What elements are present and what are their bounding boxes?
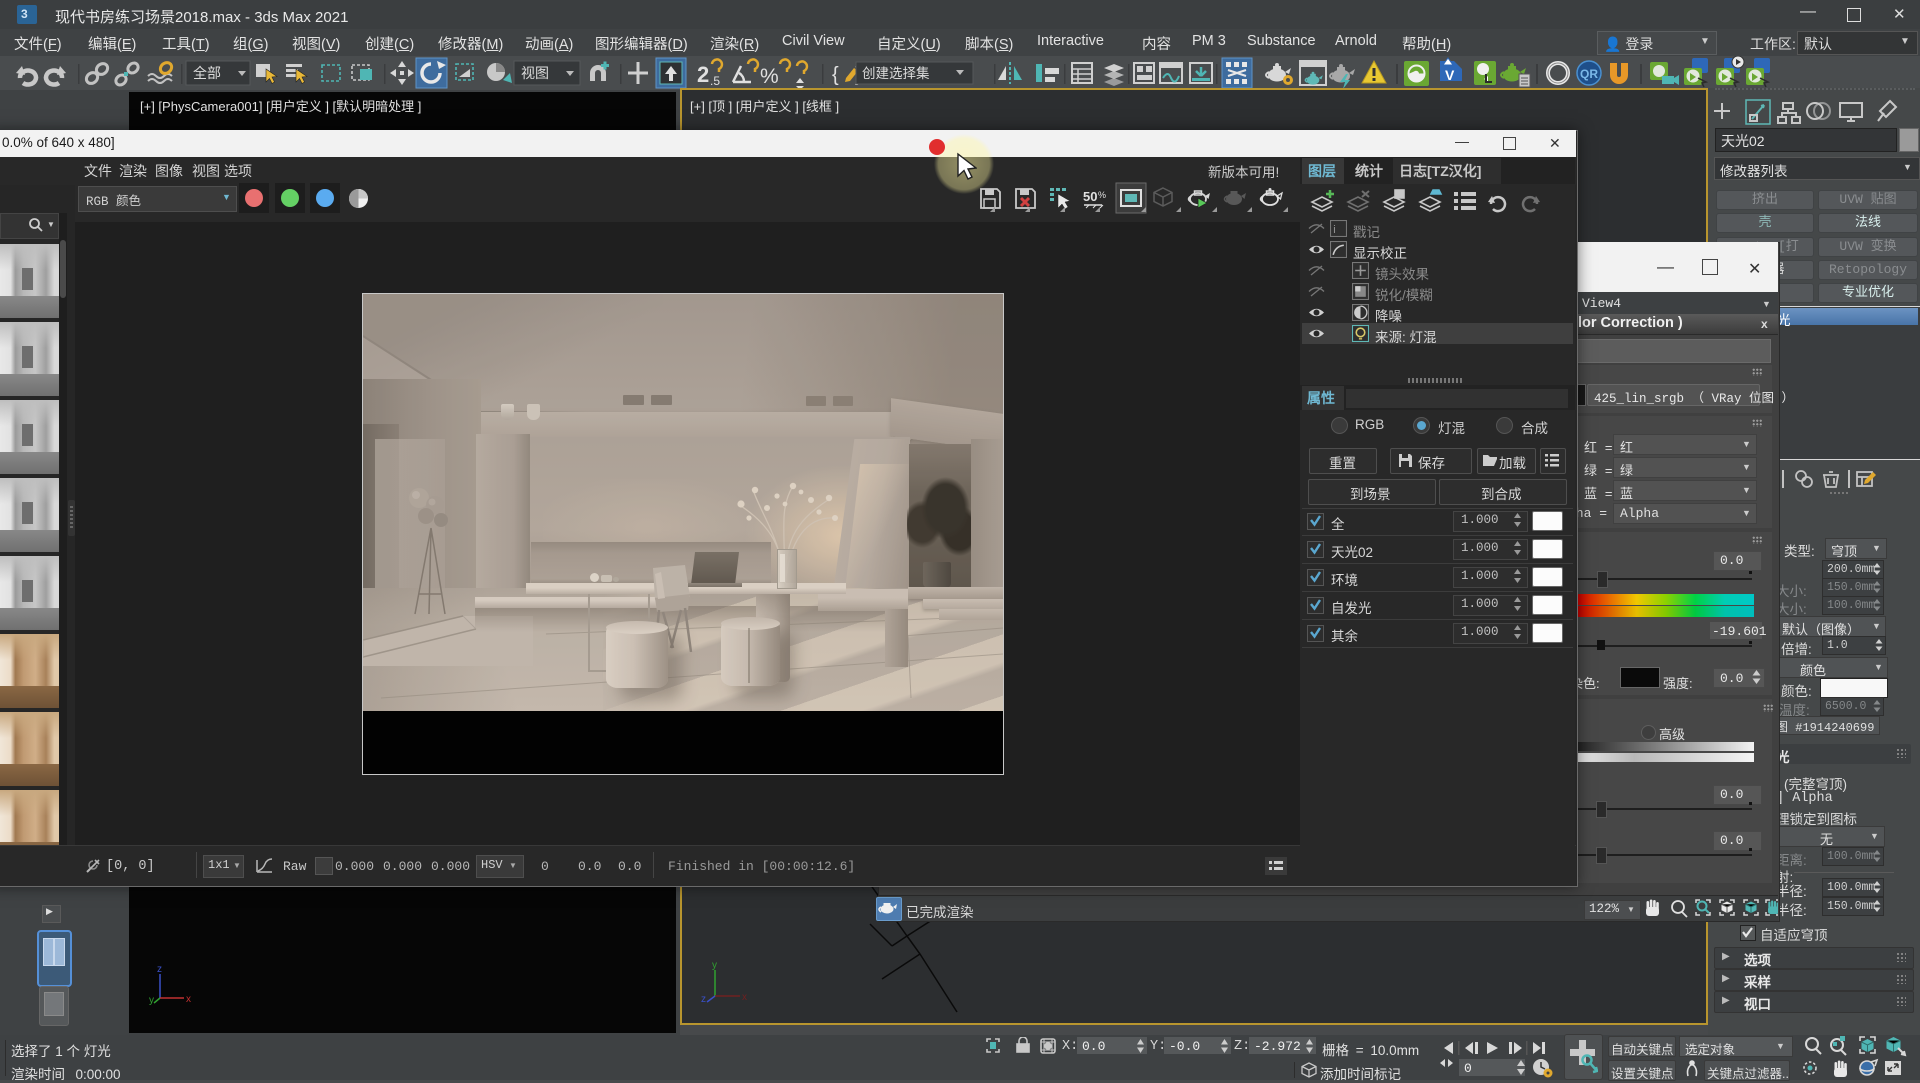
svg-text:z: z	[157, 964, 162, 975]
svg-text:50: 50	[1083, 189, 1097, 204]
svg-text:z: z	[701, 994, 706, 1005]
svg-text:%: %	[1098, 190, 1106, 200]
svg-text:V: V	[1445, 67, 1455, 83]
svg-text:y: y	[712, 960, 717, 971]
svg-text:i: i	[1333, 224, 1335, 236]
svg-text:x: x	[742, 992, 747, 1003]
svg-text:x: x	[186, 994, 191, 1005]
svg-text:QR: QR	[1580, 67, 1598, 81]
svg-text:y: y	[149, 995, 154, 1006]
